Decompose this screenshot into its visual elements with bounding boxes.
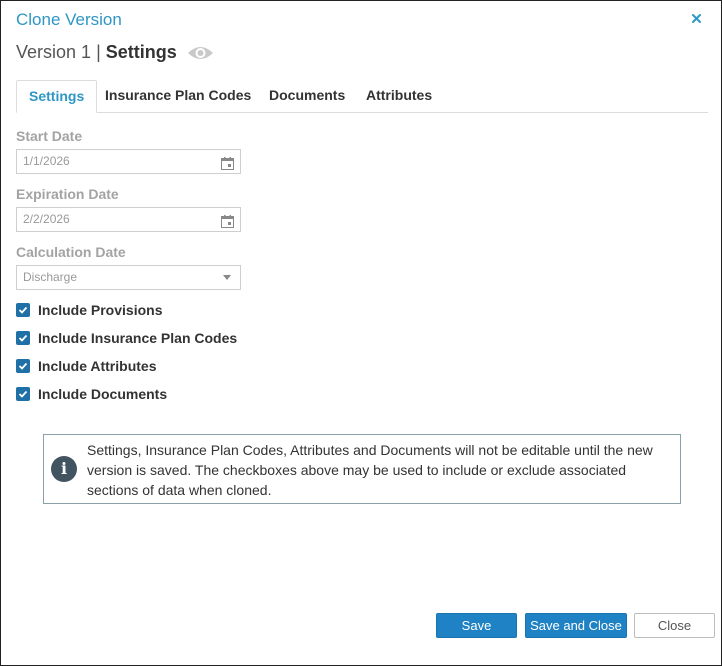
calculation-date-select[interactable]: Discharge <box>16 265 241 290</box>
tab-bar: Settings Insurance Plan Codes Documents … <box>16 80 708 113</box>
info-text: Settings, Insurance Plan Codes, Attribut… <box>87 442 653 498</box>
expiration-date-value: 2/2/2026 <box>23 212 70 226</box>
expiration-date-label: Expiration Date <box>16 186 119 202</box>
heading-separator: | <box>96 42 101 62</box>
save-and-close-button[interactable]: Save and Close <box>525 613 627 638</box>
info-message: i Settings, Insurance Plan Codes, Attrib… <box>43 434 681 504</box>
include-provisions-label: Include Provisions <box>38 302 163 318</box>
calendar-icon[interactable] <box>221 213 234 228</box>
include-documents-row[interactable]: Include Documents <box>16 386 167 402</box>
close-button[interactable]: Close <box>634 613 715 638</box>
include-documents-checkbox[interactable] <box>16 387 30 401</box>
include-insurance-plan-codes-row[interactable]: Include Insurance Plan Codes <box>16 330 237 346</box>
include-insurance-plan-codes-checkbox[interactable] <box>16 331 30 345</box>
include-documents-label: Include Documents <box>38 386 168 402</box>
version-name: Version 1 <box>16 42 92 62</box>
include-insurance-plan-codes-label: Include Insurance Plan Codes <box>38 330 238 346</box>
include-provisions-row[interactable]: Include Provisions <box>16 302 162 318</box>
include-attributes-row[interactable]: Include Attributes <box>16 358 157 374</box>
dialog-title: Clone Version <box>16 10 122 29</box>
include-attributes-checkbox[interactable] <box>16 359 30 373</box>
tab-insurance-plan-codes[interactable]: Insurance Plan Codes <box>93 80 263 113</box>
eye-icon[interactable] <box>187 43 214 63</box>
clone-version-dialog: Clone Version Version 1 | Settings Setti… <box>0 0 722 666</box>
info-icon: i <box>51 456 77 482</box>
tab-settings[interactable]: Settings <box>16 80 98 113</box>
calculation-date-value: Discharge <box>23 270 78 284</box>
chevron-down-icon[interactable] <box>223 275 231 280</box>
save-button[interactable]: Save <box>436 613 517 638</box>
tab-documents[interactable]: Documents <box>257 80 357 113</box>
calculation-date-label: Calculation Date <box>16 244 126 260</box>
section-name: Settings <box>105 42 177 62</box>
calendar-icon[interactable] <box>221 155 234 170</box>
start-date-value: 1/1/2026 <box>23 154 70 168</box>
close-icon[interactable] <box>690 10 704 26</box>
expiration-date-input[interactable]: 2/2/2026 <box>16 207 241 232</box>
include-provisions-checkbox[interactable] <box>16 303 30 317</box>
tab-attributes[interactable]: Attributes <box>354 80 444 113</box>
start-date-label: Start Date <box>16 128 83 144</box>
include-attributes-label: Include Attributes <box>38 358 157 374</box>
version-heading: Version 1 | Settings <box>16 42 214 63</box>
start-date-input[interactable]: 1/1/2026 <box>16 149 241 174</box>
